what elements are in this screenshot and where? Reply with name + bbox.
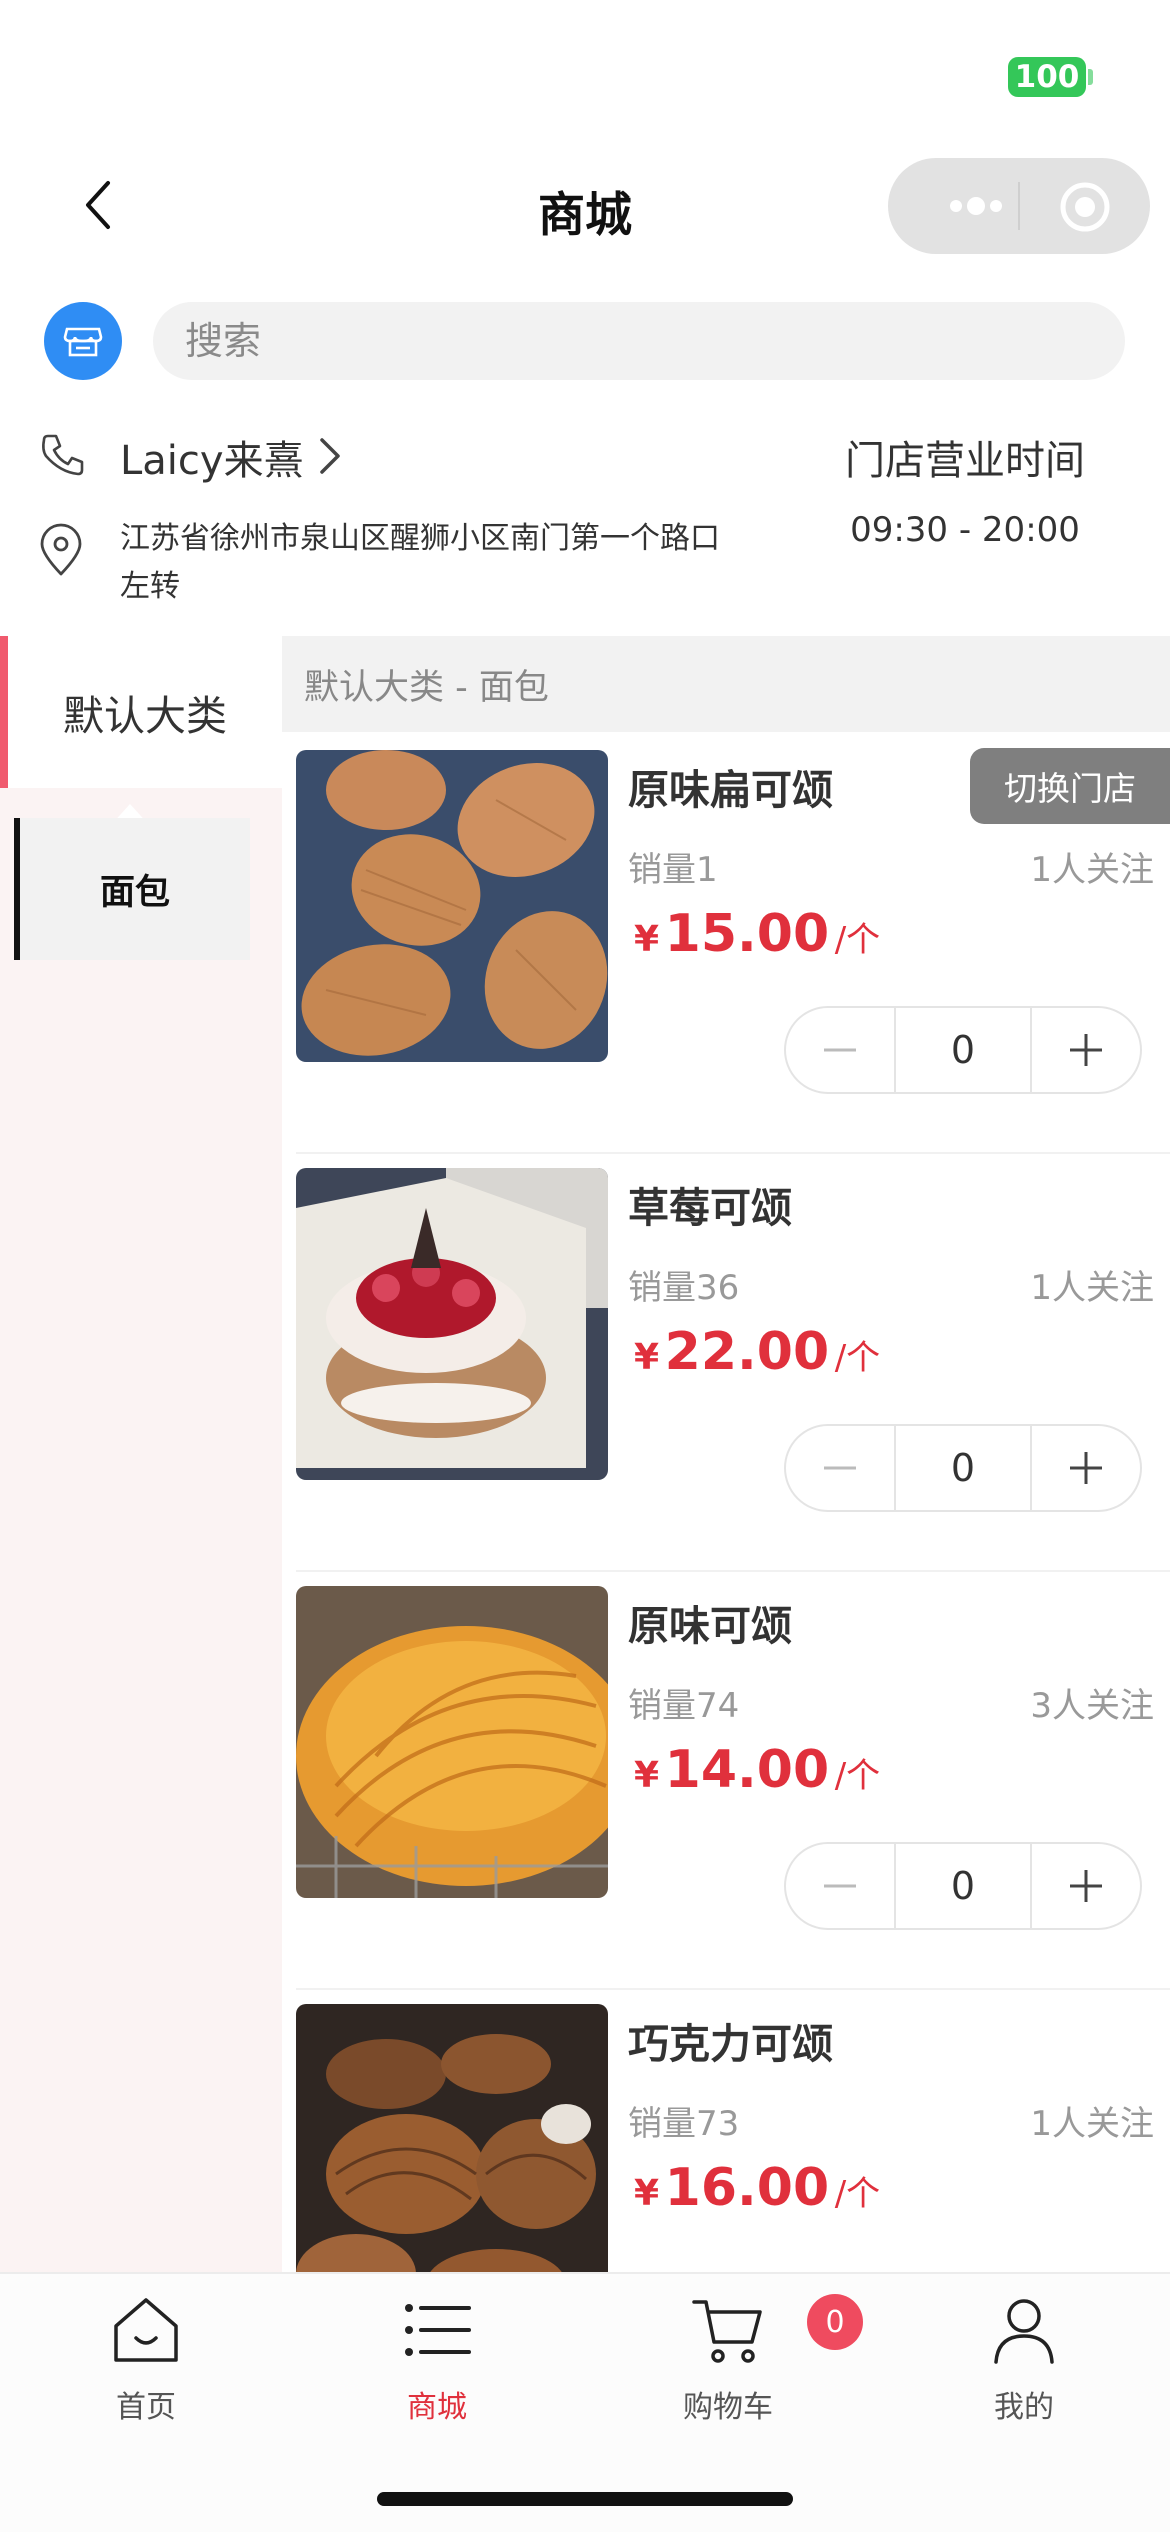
phone-icon[interactable]: [38, 430, 88, 480]
product-image[interactable]: [296, 2004, 608, 2272]
quantity-value[interactable]: 0: [894, 1426, 1032, 1510]
product-card[interactable]: 原味可颂 销量74 3人关注 ¥ 14.00 /个 0: [282, 1572, 1170, 1990]
product-sales: 销量74: [628, 1686, 740, 1726]
product-sales: 销量73: [628, 2104, 740, 2144]
storefront-icon: [63, 327, 103, 357]
page: 100 商城 Laicy来熹 门店营业时间 09:30 - 20:00: [0, 0, 1170, 2532]
price-unit: /个: [834, 1338, 881, 1378]
product-name: 原味扁可颂: [628, 766, 833, 814]
product-price: ¥ 14.00 /个: [634, 1740, 880, 1800]
chevron-right-icon[interactable]: [314, 436, 344, 476]
business-hours-value: 09:30 - 20:00: [850, 510, 1080, 550]
product-card[interactable]: 巧克力可颂 销量73 1人关注 ¥ 16.00 /个: [282, 1990, 1170, 2272]
price-unit: /个: [834, 2174, 881, 2214]
price-unit: /个: [834, 920, 881, 960]
tab-label: 我的: [994, 2390, 1054, 2425]
minus-icon: [824, 1884, 856, 1888]
capsule-divider: [1018, 182, 1020, 230]
currency-symbol: ¥: [634, 1755, 660, 1796]
business-hours-label: 门店营业时间: [845, 438, 1085, 484]
list-section-header: 默认大类 - 面包: [282, 636, 1170, 732]
tab-cart[interactable]: 购物车: [638, 2290, 818, 2440]
tab-label: 商城: [407, 2390, 467, 2425]
product-card[interactable]: 草莓可颂 销量36 1人关注 ¥ 22.00 /个 0: [282, 1154, 1170, 1572]
product-price: ¥ 15.00 /个: [634, 904, 880, 964]
store-address[interactable]: 江苏省徐州市泉山区醒狮小区南门第一个路口左转: [120, 515, 740, 611]
decrease-button[interactable]: [786, 1008, 894, 1092]
product-followers: 1人关注: [1030, 1268, 1154, 1308]
mini-program-capsule: [888, 158, 1150, 254]
product-followers: 3人关注: [1030, 1686, 1154, 1726]
product-sales: 销量36: [628, 1268, 740, 1308]
product-sales: 销量1: [628, 850, 718, 890]
price-value: 22.00: [664, 1322, 830, 1382]
home-indicator[interactable]: [377, 2492, 793, 2506]
increase-button[interactable]: [1032, 1844, 1140, 1928]
price-unit: /个: [834, 1756, 881, 1796]
search-input[interactable]: [153, 302, 1125, 380]
increase-button[interactable]: [1032, 1008, 1140, 1092]
tab-label: 首页: [116, 2390, 176, 2425]
quantity-value[interactable]: 0: [894, 1844, 1032, 1928]
price-value: 16.00: [664, 2158, 830, 2218]
home-icon: [114, 2298, 178, 2362]
user-icon: [994, 2299, 1054, 2364]
product-followers: 1人关注: [1030, 850, 1154, 890]
plus-icon: [1070, 1870, 1102, 1902]
decrease-button[interactable]: [786, 1844, 894, 1928]
product-price: ¥ 16.00 /个: [634, 2158, 880, 2218]
category-default[interactable]: 默认大类: [0, 636, 282, 788]
product-followers: 1人关注: [1030, 2104, 1154, 2144]
tab-profile[interactable]: 我的: [934, 2290, 1114, 2440]
more-menu-icon[interactable]: [928, 188, 1024, 224]
product-name: 草莓可颂: [628, 1184, 792, 1232]
quantity-stepper: 0: [784, 1842, 1142, 1930]
tab-mall[interactable]: 商城: [347, 2290, 527, 2440]
switch-store-button[interactable]: 切换门店: [970, 748, 1170, 824]
plus-icon: [1070, 1452, 1102, 1484]
tab-label: 购物车: [683, 2390, 773, 2425]
price-value: 15.00: [664, 904, 830, 964]
price-value: 14.00: [664, 1740, 830, 1800]
product-image[interactable]: [296, 1586, 608, 1898]
increase-button[interactable]: [1032, 1426, 1140, 1510]
close-mini-program-icon[interactable]: [1058, 180, 1112, 234]
quantity-value[interactable]: 0: [894, 1008, 1032, 1092]
product-image[interactable]: [296, 1168, 608, 1480]
store-name[interactable]: Laicy来熹: [120, 428, 304, 486]
minus-icon: [824, 1048, 856, 1052]
cart-count-badge: 0: [807, 2294, 863, 2350]
minus-icon: [824, 1466, 856, 1470]
product-name: 原味可颂: [628, 1602, 792, 1650]
currency-symbol: ¥: [634, 919, 660, 960]
battery-indicator: 100: [1008, 57, 1086, 97]
currency-symbol: ¥: [634, 1337, 660, 1378]
product-name: 巧克力可颂: [628, 2020, 833, 2068]
cart-icon: [692, 2300, 762, 2363]
currency-symbol: ¥: [634, 2173, 660, 2214]
quantity-stepper: 0: [784, 1424, 1142, 1512]
subcategory-bread[interactable]: 面包: [14, 818, 250, 960]
store-icon[interactable]: [44, 302, 122, 380]
location-pin-icon: [40, 523, 82, 576]
list-icon: [405, 2304, 471, 2356]
decrease-button[interactable]: [786, 1426, 894, 1510]
product-price: ¥ 22.00 /个: [634, 1322, 880, 1382]
product-image[interactable]: [296, 750, 608, 1062]
battery-tip: [1088, 69, 1093, 85]
tab-home[interactable]: 首页: [56, 2290, 236, 2440]
plus-icon: [1070, 1034, 1102, 1066]
quantity-stepper: 0: [784, 1006, 1142, 1094]
